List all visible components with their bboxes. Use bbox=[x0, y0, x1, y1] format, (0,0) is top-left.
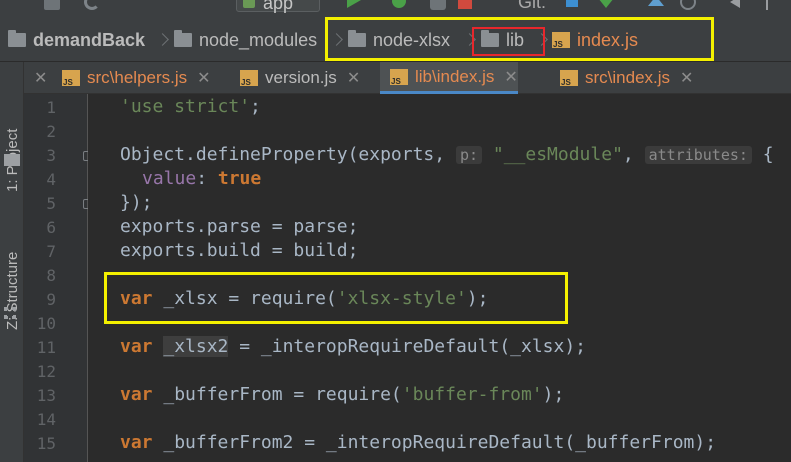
line-number: 6 bbox=[46, 218, 56, 237]
line-number: 10 bbox=[36, 314, 56, 333]
code-line-3: Object.defineProperty(exports, p: "__esM… bbox=[120, 144, 774, 165]
code-line-5: }); bbox=[120, 192, 153, 213]
param-hint: attributes: bbox=[644, 146, 752, 164]
tab-overflow[interactable]: ✕ bbox=[24, 62, 48, 94]
code-line-7: exports.build = build; bbox=[120, 240, 359, 261]
breadcrumb-separator-icon bbox=[332, 32, 340, 50]
code-line-1: 'use strict'; bbox=[120, 96, 261, 117]
structure-icon[interactable] bbox=[4, 307, 16, 319]
breadcrumb-item-demandback[interactable]: demandBack bbox=[8, 28, 145, 52]
history-icon[interactable] bbox=[680, 0, 696, 10]
js-file-icon bbox=[552, 32, 570, 49]
js-file-icon bbox=[390, 68, 408, 86]
close-icon[interactable]: ✕ bbox=[34, 68, 47, 88]
coverage-icon[interactable] bbox=[430, 0, 446, 10]
tab-label: lib\index.js bbox=[415, 66, 495, 86]
js-file-icon bbox=[62, 70, 80, 87]
git-label: Git: bbox=[518, 0, 547, 12]
toolbar-divider bbox=[766, 0, 768, 10]
run-icon[interactable] bbox=[347, 0, 361, 8]
editor-gutter[interactable]: 1 2 3 4 5 6 7 8 9 10 11 12 13 14 15 bbox=[24, 94, 88, 462]
code-line-13: var _bufferFrom = require('buffer-from')… bbox=[120, 384, 565, 405]
line-number: 5 bbox=[46, 194, 56, 213]
breadcrumb-label: node-xlsx bbox=[373, 29, 451, 50]
js-file-icon bbox=[560, 70, 578, 87]
project-icon[interactable] bbox=[4, 154, 20, 166]
main-toolbar: app Git: bbox=[0, 0, 791, 18]
tab-label: src\index.js bbox=[585, 68, 671, 87]
breadcrumb-separator-icon bbox=[158, 32, 166, 50]
close-icon[interactable]: ✕ bbox=[680, 68, 693, 88]
breadcrumb-item-index-js[interactable]: index.js bbox=[552, 28, 638, 52]
folder-icon bbox=[174, 30, 192, 47]
vcs-commit-icon[interactable] bbox=[598, 0, 614, 8]
breadcrumb-separator-icon bbox=[465, 32, 473, 50]
code-line-6: exports.parse = parse; bbox=[120, 216, 359, 237]
vcs-update-icon[interactable] bbox=[566, 0, 578, 7]
tab-label: src\helpers.js bbox=[87, 68, 188, 87]
breadcrumb-separator-icon bbox=[537, 32, 545, 50]
revert-icon[interactable] bbox=[730, 0, 740, 8]
editor-tab-bar: ✕ src\helpers.js ✕ version.js ✕ lib\inde… bbox=[24, 62, 791, 94]
code-editor[interactable]: 'use strict'; Object.defineProperty(expo… bbox=[88, 94, 791, 462]
line-number: 13 bbox=[36, 386, 56, 405]
debug-icon[interactable] bbox=[392, 0, 406, 8]
line-number: 4 bbox=[46, 170, 56, 189]
line-number: 14 bbox=[36, 410, 56, 429]
code-line-15: var _bufferFrom2 = _interopRequireDefaul… bbox=[120, 432, 717, 453]
folder-icon bbox=[481, 30, 499, 47]
tab-label: version.js bbox=[265, 68, 337, 87]
line-number: 9 bbox=[46, 290, 56, 309]
line-number: 7 bbox=[46, 242, 56, 261]
breadcrumb-label: lib bbox=[506, 29, 525, 50]
folder-icon bbox=[8, 30, 26, 47]
line-number: 2 bbox=[46, 122, 56, 141]
save-icon[interactable] bbox=[44, 0, 60, 10]
js-file-icon bbox=[240, 70, 258, 87]
code-line-4: value: true bbox=[142, 168, 262, 189]
line-number: 15 bbox=[36, 434, 56, 453]
code-line-11: var _xlsx2 = _interopRequireDefault(_xls… bbox=[120, 336, 587, 357]
run-configuration-select[interactable]: app bbox=[236, 0, 320, 13]
tab-src-helpers-js[interactable]: src\helpers.js ✕ bbox=[52, 62, 211, 94]
breadcrumb-item-node-modules[interactable]: node_modules bbox=[174, 28, 317, 52]
breadcrumb-item-node-xlsx[interactable]: node-xlsx bbox=[348, 28, 450, 52]
vcs-push-icon[interactable] bbox=[648, 0, 664, 6]
line-number: 11 bbox=[36, 338, 56, 357]
tab-lib-index-js[interactable]: lib\index.js ✕ bbox=[380, 62, 518, 94]
line-number: 12 bbox=[36, 362, 56, 381]
close-icon[interactable]: ✕ bbox=[197, 68, 210, 88]
sync-icon[interactable] bbox=[84, 0, 100, 10]
stop-icon[interactable] bbox=[458, 0, 472, 9]
breadcrumb-item-lib[interactable]: lib bbox=[481, 28, 524, 52]
tab-src-index-js[interactable]: src\index.js ✕ bbox=[550, 62, 693, 94]
line-number: 3 bbox=[46, 146, 56, 165]
line-number: 8 bbox=[46, 266, 56, 285]
tab-version-js[interactable]: version.js ✕ bbox=[230, 62, 360, 94]
line-number: 1 bbox=[46, 98, 56, 117]
run-configuration-label: app bbox=[263, 0, 294, 13]
param-hint: p: bbox=[455, 146, 483, 164]
folder-icon bbox=[348, 30, 366, 47]
tool-window-strip: 1: Project Z: Structure bbox=[0, 62, 24, 462]
breadcrumb: demandBack node_modules node-xlsx lib in… bbox=[0, 18, 791, 62]
node-config-icon bbox=[243, 0, 255, 8]
close-icon[interactable]: ✕ bbox=[504, 67, 517, 87]
code-line-9: var _xlsx = require('xlsx-style'); bbox=[120, 288, 489, 309]
breadcrumb-label: node_modules bbox=[199, 29, 318, 50]
breadcrumb-label: index.js bbox=[577, 29, 639, 50]
project-tool-tab[interactable]: 1: Project bbox=[4, 80, 21, 192]
close-icon[interactable]: ✕ bbox=[347, 68, 360, 88]
breadcrumb-label: demandBack bbox=[33, 29, 146, 50]
